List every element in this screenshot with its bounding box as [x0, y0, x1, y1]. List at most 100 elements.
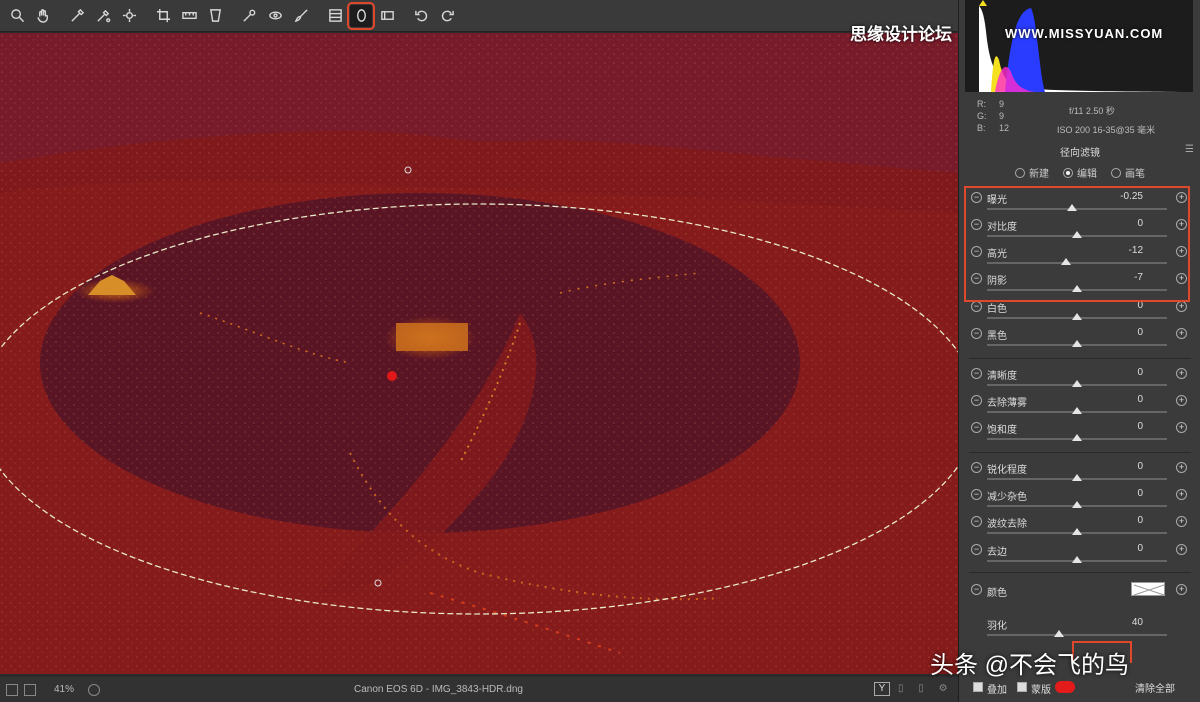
increase-icon[interactable]: + [1176, 516, 1187, 527]
image-canvas[interactable] [0, 33, 958, 674]
view-options-icons[interactable]: ▯ ▯ ⚙ [898, 683, 954, 694]
zoom-out-button[interactable] [6, 683, 18, 696]
decrease-icon[interactable]: − [971, 246, 982, 257]
slider-value[interactable]: 0 [1117, 394, 1143, 405]
decrease-icon[interactable]: − [971, 273, 982, 284]
targeted-adjustment-icon[interactable] [118, 5, 140, 27]
decrease-icon[interactable]: − [971, 544, 982, 555]
mode-radio-1[interactable]: 编辑 [1063, 165, 1097, 180]
slider-value[interactable]: 0 [1117, 515, 1143, 526]
adjustment-brush-icon[interactable] [290, 5, 312, 27]
increase-icon[interactable]: + [1176, 246, 1187, 257]
decrease-icon[interactable]: − [971, 462, 982, 473]
decrease-icon[interactable]: − [971, 395, 982, 406]
mode-radio-0[interactable]: 新建 [1015, 165, 1049, 180]
panel-menu-icon[interactable]: ☰ [1185, 144, 1194, 155]
decrease-icon[interactable]: − [971, 301, 982, 312]
slider-thumb[interactable] [1072, 528, 1082, 535]
increase-icon[interactable]: + [1176, 395, 1187, 406]
transform-tool-icon[interactable] [204, 5, 226, 27]
slider-value[interactable]: 0 [1117, 367, 1143, 378]
slider-thumb[interactable] [1072, 501, 1082, 508]
color-swatch[interactable] [1131, 582, 1165, 596]
overlay-checkbox[interactable] [973, 682, 983, 692]
hand-tool-icon[interactable] [32, 5, 54, 27]
slider-track[interactable] [987, 407, 1167, 414]
zoom-in-button[interactable] [24, 683, 36, 696]
decrease-icon[interactable]: − [971, 489, 982, 500]
open-preferences-icon[interactable] [376, 5, 398, 27]
slider-thumb[interactable] [1072, 340, 1082, 347]
slider-track[interactable] [987, 474, 1167, 481]
increase-icon[interactable]: + [1176, 368, 1187, 379]
increase-icon[interactable]: + [1176, 219, 1187, 230]
slider-value[interactable]: -0.25 [1117, 191, 1143, 202]
increase-icon[interactable]: + [1176, 192, 1187, 203]
slider-track[interactable] [987, 340, 1167, 347]
decrease-icon[interactable]: − [971, 192, 982, 203]
decrease-icon[interactable]: − [971, 328, 982, 339]
slider-value[interactable]: 0 [1117, 421, 1143, 432]
zoom-menu-button[interactable] [88, 683, 101, 696]
decrease-icon[interactable]: − [971, 516, 982, 527]
increase-icon[interactable]: + [1176, 544, 1187, 555]
slider-track[interactable] [987, 313, 1167, 320]
white-balance-tool-icon[interactable] [66, 5, 88, 27]
color-increase-icon[interactable]: + [1176, 584, 1187, 595]
slider-value[interactable]: 0 [1117, 218, 1143, 229]
slider-thumb[interactable] [1072, 434, 1082, 441]
slider-track[interactable] [987, 285, 1167, 292]
zoom-tool-icon[interactable] [6, 5, 28, 27]
straighten-tool-icon[interactable] [178, 5, 200, 27]
slider-thumb[interactable] [1072, 285, 1082, 292]
slider-track[interactable] [987, 258, 1167, 265]
slider-value[interactable]: 0 [1117, 543, 1143, 554]
crop-tool-icon[interactable] [152, 5, 174, 27]
slider-value[interactable]: 0 [1117, 461, 1143, 472]
spot-removal-icon[interactable] [238, 5, 260, 27]
increase-icon[interactable]: + [1176, 328, 1187, 339]
slider-thumb[interactable] [1072, 313, 1082, 320]
increase-icon[interactable]: + [1176, 301, 1187, 312]
feather-slider[interactable] [987, 630, 1167, 637]
slider-track[interactable] [987, 204, 1167, 211]
mask-color-swatch[interactable] [1055, 681, 1075, 693]
increase-icon[interactable]: + [1176, 462, 1187, 473]
slider-track[interactable] [987, 528, 1167, 535]
color-sampler-icon[interactable] [92, 5, 114, 27]
slider-track[interactable] [987, 380, 1167, 387]
radial-filter-icon[interactable] [347, 1, 375, 30]
increase-icon[interactable]: + [1176, 422, 1187, 433]
slider-value[interactable]: -7 [1117, 272, 1143, 283]
rotate-right-icon[interactable] [436, 5, 458, 27]
red-eye-icon[interactable] [264, 5, 286, 27]
slider-thumb[interactable] [1066, 204, 1077, 211]
decrease-icon[interactable]: − [971, 219, 982, 230]
slider-value[interactable]: 0 [1117, 327, 1143, 338]
rotate-left-icon[interactable] [410, 5, 432, 27]
slider-thumb[interactable] [1072, 556, 1082, 563]
increase-icon[interactable]: + [1176, 273, 1187, 284]
decrease-icon[interactable]: − [971, 422, 982, 433]
slider-value[interactable]: -12 [1117, 245, 1143, 256]
slider-track[interactable] [987, 434, 1167, 441]
feather-slider-thumb[interactable] [1054, 630, 1064, 637]
graduated-filter-icon[interactable] [324, 5, 346, 27]
slider-value[interactable]: 0 [1117, 300, 1143, 311]
clear-all-button[interactable]: 清除全部 [1135, 680, 1175, 695]
slider-track[interactable] [987, 556, 1167, 563]
slider-value[interactable]: 0 [1117, 488, 1143, 499]
mask-checkbox[interactable] [1017, 682, 1027, 692]
slider-track[interactable] [987, 501, 1167, 508]
increase-icon[interactable]: + [1176, 489, 1187, 500]
before-after-toggle[interactable]: Y [874, 682, 890, 696]
slider-thumb[interactable] [1072, 380, 1082, 387]
slider-thumb[interactable] [1072, 474, 1082, 481]
color-decrease-icon[interactable]: − [971, 584, 982, 595]
slider-thumb[interactable] [1061, 258, 1072, 265]
slider-thumb[interactable] [1072, 407, 1082, 414]
mode-radio-2[interactable]: 画笔 [1111, 165, 1145, 180]
slider-track[interactable] [987, 231, 1167, 238]
decrease-icon[interactable]: − [971, 368, 982, 379]
slider-thumb[interactable] [1072, 231, 1082, 238]
